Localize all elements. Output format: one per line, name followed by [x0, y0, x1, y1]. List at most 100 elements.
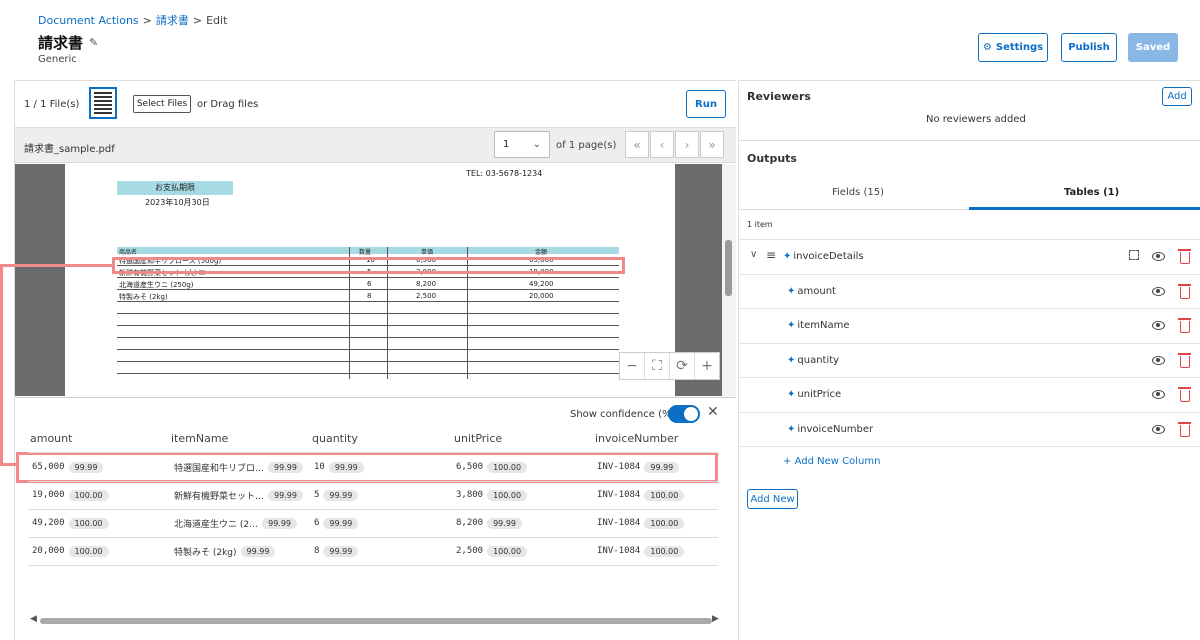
add-reviewer-button[interactable]: Add	[1162, 87, 1192, 106]
column-header-amount[interactable]: amount	[30, 432, 72, 445]
viewer-scroll-thumb[interactable]	[725, 240, 732, 296]
confidence-badge: 99.99	[268, 461, 303, 473]
cell-amount[interactable]: 49,200 100.00	[32, 515, 109, 531]
trash-icon[interactable]	[1178, 284, 1191, 299]
cell-quantity[interactable]: 10 99.99	[314, 459, 364, 475]
doc-table-row-empty	[117, 314, 619, 326]
cell-unitprice[interactable]: 8,200 99.99	[456, 515, 522, 531]
rotate-icon[interactable]: ⟳	[670, 353, 695, 379]
table-horizontal-scrollbar[interactable]	[40, 618, 712, 624]
trash-icon[interactable]	[1178, 249, 1191, 264]
field-type-icon: ✦	[787, 320, 796, 331]
trash-icon[interactable]	[1178, 422, 1191, 437]
confidence-badge: 100.00	[487, 461, 528, 473]
file-thumbnail[interactable]	[89, 87, 117, 119]
cell-amount[interactable]: 65,000 99.99	[32, 459, 104, 475]
chevron-right-icon: ›	[684, 137, 690, 152]
zoom-in-icon[interactable]: +	[695, 353, 719, 379]
cell-invoicenumber[interactable]: INV-1084 100.00	[597, 487, 685, 503]
publish-button[interactable]: Publish	[1061, 33, 1117, 62]
cell-invoicenumber[interactable]: INV-1084 100.00	[597, 543, 685, 559]
confidence-badge: 100.00	[644, 489, 685, 501]
eye-icon[interactable]	[1152, 425, 1165, 434]
eye-icon[interactable]	[1152, 252, 1165, 261]
table-row-invoicedetails[interactable]: ∨ ≡ ✦ invoiceDetails	[739, 239, 1200, 274]
prev-page-button[interactable]: ‹	[650, 131, 674, 158]
breadcrumb-current: Edit	[206, 14, 228, 27]
doc-payment-date: 2023年10月30日	[145, 198, 210, 207]
fit-page-icon[interactable]: ⛶	[645, 353, 670, 379]
pencil-icon[interactable]: ✎	[89, 36, 98, 49]
trash-icon[interactable]	[1178, 353, 1191, 368]
add-new-column-link[interactable]: + Add New Column	[783, 456, 880, 467]
breadcrumb-root-link[interactable]: Document Actions	[38, 14, 139, 27]
first-page-button[interactable]: «	[625, 131, 649, 158]
scroll-left-icon[interactable]: ◀	[30, 614, 37, 624]
breadcrumb-parent-link[interactable]: 請求書	[156, 14, 189, 27]
close-icon[interactable]: ✕	[707, 404, 719, 420]
eye-icon[interactable]	[1152, 356, 1165, 365]
settings-button-label: Settings	[995, 42, 1044, 53]
confidence-badge: 100.00	[644, 545, 685, 557]
cell-unitprice[interactable]: 2,500 100.00	[456, 543, 528, 559]
cell-itemname[interactable]: 新鮮有機野菜セット… 99.99	[174, 487, 303, 503]
cell-itemname[interactable]: 特選国産和牛リブロ… 99.99	[174, 459, 303, 475]
cell-unitprice[interactable]: 6,500 100.00	[456, 459, 528, 475]
field-type-icon: ✦	[787, 355, 796, 366]
settings-button[interactable]: ⚙ Settings	[978, 33, 1048, 62]
doc-cell: 8,200	[416, 280, 437, 288]
field-name: ✦ invoiceNumber	[787, 424, 874, 435]
column-header-unitprice[interactable]: unitPrice	[454, 432, 502, 445]
field-row-itemname[interactable]: ✦ itemName	[739, 308, 1200, 343]
tab-tables[interactable]: Tables (1)	[1064, 187, 1119, 198]
trash-icon[interactable]	[1178, 318, 1191, 333]
field-name: ✦ quantity	[787, 355, 840, 366]
cell-quantity[interactable]: 8 99.99	[314, 543, 359, 559]
row-divider	[739, 446, 1200, 447]
last-page-button[interactable]: »	[700, 131, 724, 158]
field-type-icon: ✦	[787, 286, 796, 297]
cell-amount[interactable]: 20,000 100.00	[32, 543, 109, 559]
cell-itemname[interactable]: 北海道産生ウニ (2… 99.99	[174, 515, 298, 531]
cell-invoicenumber[interactable]: INV-1084 100.00	[597, 515, 685, 531]
cell-amount[interactable]: 19,000 100.00	[32, 487, 109, 503]
tab-fields[interactable]: Fields (15)	[832, 187, 884, 198]
cell-quantity[interactable]: 5 99.99	[314, 487, 359, 503]
select-files-button[interactable]: Select Files	[133, 95, 191, 113]
scan-icon[interactable]	[1129, 250, 1139, 260]
field-row-invoicenumber[interactable]: ✦ invoiceNumber	[739, 412, 1200, 447]
zoom-out-icon[interactable]: −	[620, 353, 645, 379]
eye-icon[interactable]	[1152, 287, 1165, 296]
page-subtitle: Generic	[38, 54, 77, 65]
scroll-right-icon[interactable]: ▶	[712, 614, 719, 624]
chevron-down-icon[interactable]: ∨	[750, 249, 757, 260]
cell-unitprice[interactable]: 3,800 100.00	[456, 487, 528, 503]
files-count: 1 / 1 File(s)	[24, 99, 80, 110]
field-row-quantity[interactable]: ✦ quantity	[739, 343, 1200, 378]
run-button[interactable]: Run	[686, 90, 726, 118]
outputs-title: Outputs	[747, 152, 797, 165]
eye-icon[interactable]	[1152, 390, 1165, 399]
cell-invoicenumber[interactable]: INV-1084 99.99	[597, 459, 680, 475]
cell-quantity[interactable]: 6 99.99	[314, 515, 359, 531]
breadcrumb-separator: >	[192, 14, 203, 27]
add-new-button[interactable]: Add New	[747, 489, 798, 509]
column-header-quantity[interactable]: quantity	[312, 432, 358, 445]
field-row-unitprice[interactable]: ✦ unitPrice	[739, 377, 1200, 412]
splitter[interactable]	[15, 397, 736, 398]
next-page-button[interactable]: ›	[675, 131, 699, 158]
doc-table-row-empty	[117, 338, 619, 350]
column-header-invoicenumber[interactable]: invoiceNumber	[595, 432, 678, 445]
column-header-itemname[interactable]: itemName	[171, 432, 228, 445]
field-row-amount[interactable]: ✦ amount	[739, 274, 1200, 309]
saved-button[interactable]: Saved	[1128, 33, 1178, 62]
confidence-toggle[interactable]	[668, 405, 700, 423]
trash-icon[interactable]	[1178, 387, 1191, 402]
cell-itemname[interactable]: 特製みそ (2kg) 99.99	[174, 543, 276, 559]
double-chevron-right-icon: »	[708, 137, 716, 152]
page-title: 請求書 ✎	[38, 32, 98, 53]
page-select[interactable]: 1 ⌄	[494, 131, 550, 158]
eye-icon[interactable]	[1152, 321, 1165, 330]
doc-cell: 特製みそ (2kg)	[119, 293, 168, 301]
drag-handle-icon[interactable]: ≡	[766, 248, 776, 262]
